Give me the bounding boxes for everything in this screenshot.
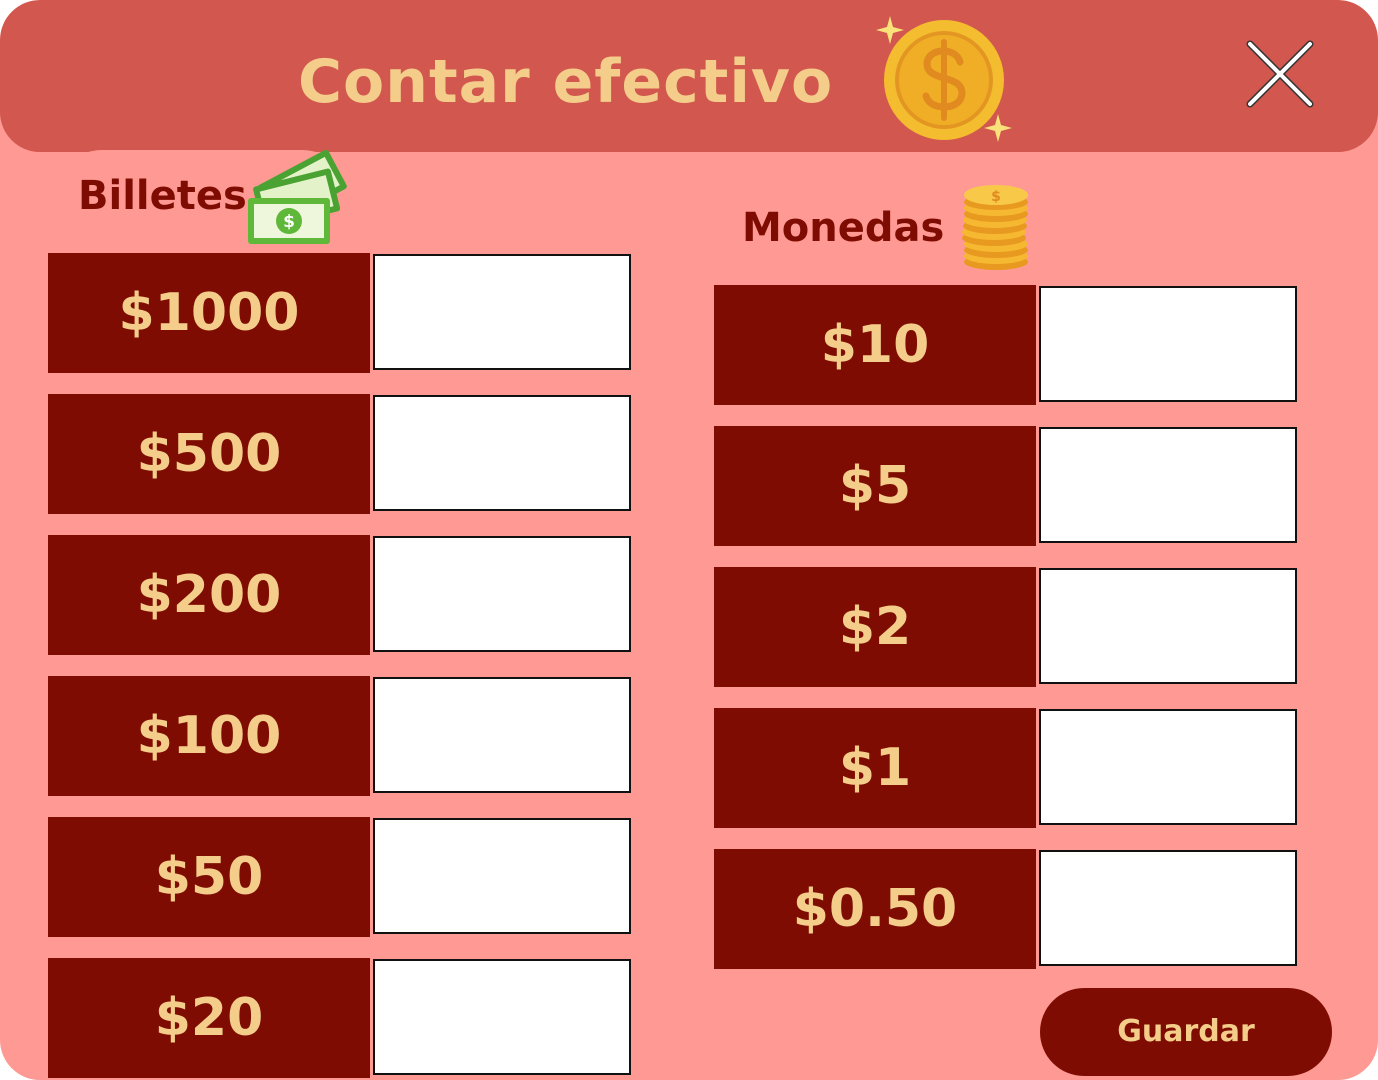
monedas-quantity-input[interactable] (1039, 427, 1297, 543)
banknotes-icon: $ (248, 149, 347, 244)
monedas-denomination-label: $1 (714, 708, 1036, 828)
monedas-quantity-input[interactable] (1039, 286, 1297, 402)
billetes-denomination-label: $20 (48, 958, 370, 1078)
coin-icon (876, 16, 1012, 142)
save-button[interactable]: Guardar (1040, 988, 1332, 1076)
monedas-quantity-input[interactable] (1039, 709, 1297, 825)
monedas-label: Monedas (742, 205, 945, 251)
billetes-quantity-input[interactable] (373, 959, 631, 1075)
billetes-denomination-label: $100 (48, 676, 370, 796)
billetes-quantity-input[interactable] (373, 677, 631, 793)
billetes-quantity-input[interactable] (373, 536, 631, 652)
billetes-denomination-label: $50 (48, 817, 370, 937)
monedas-denomination-label: $5 (714, 426, 1036, 546)
coin-stack-icon: $ (962, 185, 1028, 270)
svg-text:$: $ (991, 189, 1001, 205)
billetes-denomination-label: $200 (48, 535, 370, 655)
monedas-denomination-label: $2 (714, 567, 1036, 687)
billetes-denomination-label: $1000 (48, 253, 370, 373)
close-button[interactable] (1240, 36, 1318, 114)
dialog-header: Contar efectivo (0, 0, 1378, 152)
billetes-quantity-input[interactable] (373, 395, 631, 511)
billetes-quantity-input[interactable] (373, 254, 631, 370)
dialog-title: Contar efectivo (298, 47, 834, 117)
monedas-quantity-input[interactable] (1039, 568, 1297, 684)
billetes-quantity-input[interactable] (373, 818, 631, 934)
svg-text:$: $ (283, 212, 295, 232)
monedas-quantity-input[interactable] (1039, 850, 1297, 966)
cash-count-dialog: Contar efectivo Billetes $ $1000 $500 $2… (0, 0, 1378, 1080)
billetes-denomination-label: $500 (48, 394, 370, 514)
billetes-label: Billetes (78, 173, 247, 219)
monedas-denomination-label: $0.50 (714, 849, 1036, 969)
monedas-denomination-label: $10 (714, 285, 1036, 405)
